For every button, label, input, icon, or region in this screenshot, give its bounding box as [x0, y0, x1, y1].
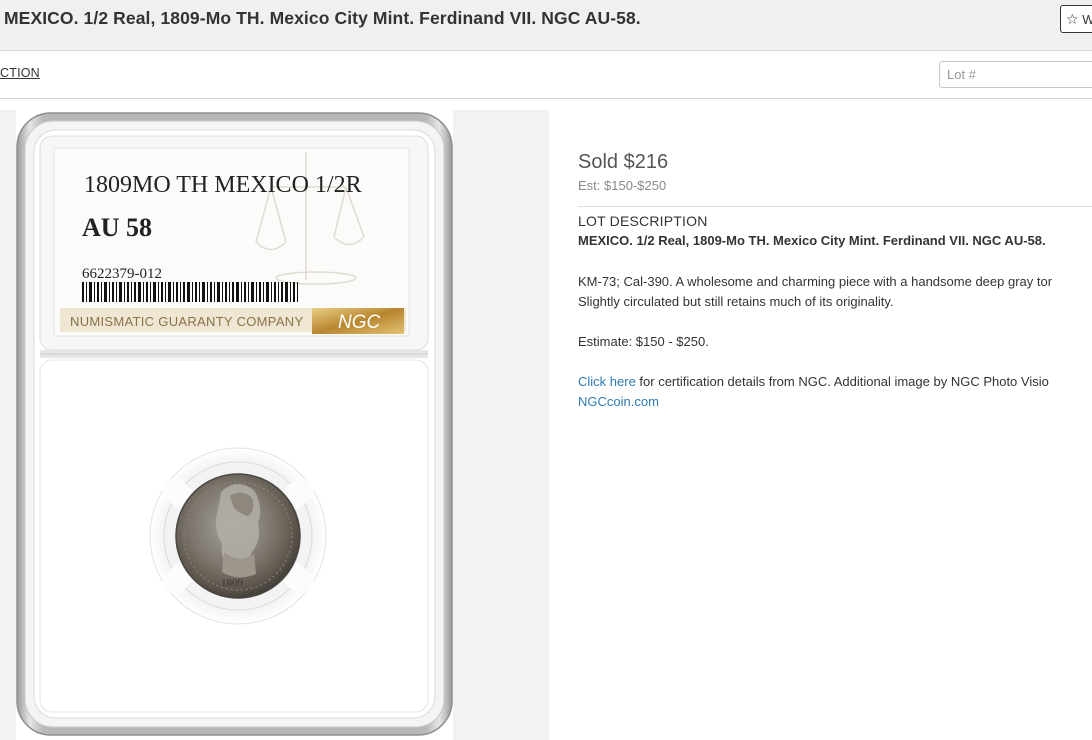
- label-description: 1809MO TH MEXICO 1/2R: [84, 172, 362, 198]
- lot-number-input[interactable]: [939, 61, 1092, 88]
- estimate-text: Estimate: $150 - $250.: [578, 334, 709, 349]
- cert-text: for certification details from NGC. Addi…: [635, 374, 1049, 389]
- label-cert-number: 6622379-012: [82, 266, 162, 282]
- ngccoin-link[interactable]: NGCcoin.com: [578, 394, 659, 409]
- lot-title: MEXICO. 1/2 Real, 1809-Mo TH. Mexico Cit…: [4, 8, 641, 28]
- lot-description-heading: LOT DESCRIPTION: [578, 213, 708, 229]
- description-line: KM-73; Cal-390. A wholesome and charming…: [578, 274, 1053, 289]
- section-link[interactable]: CTION: [0, 66, 40, 80]
- watch-button[interactable]: ☆ W: [1060, 5, 1092, 33]
- lot-description-title: MEXICO. 1/2 Real, 1809-Mo TH. Mexico Cit…: [578, 233, 1046, 248]
- label-company: NUMISMATIC GUARANTY COMPANY: [70, 314, 303, 329]
- lot-header: MEXICO. 1/2 Real, 1809-Mo TH. Mexico Cit…: [0, 0, 1092, 51]
- ngc-logo-text: NGC: [338, 312, 381, 333]
- label-grade: AU 58: [82, 213, 152, 242]
- coin-date: 1809: [221, 577, 244, 589]
- star-icon: ☆: [1066, 11, 1079, 27]
- sub-navbar: CTION: [0, 51, 1092, 99]
- estimate-short: Est: $150-$250: [578, 178, 667, 193]
- click-here-link[interactable]: Click here: [578, 374, 636, 389]
- sold-price: Sold $216: [578, 151, 669, 173]
- lot-description-body: KM-73; Cal-390. A wholesome and charming…: [578, 272, 1052, 312]
- description-line: Slightly circulated but still retains mu…: [578, 294, 894, 309]
- divider: [578, 206, 1092, 207]
- coin: 1809: [175, 473, 301, 599]
- certification-text: Click here for certification details fro…: [578, 372, 1049, 412]
- coin-slab-image[interactable]: 1809MO TH MEXICO 1/2R AU 58 6622379-012 …: [16, 112, 453, 736]
- watch-label: W: [1082, 12, 1092, 27]
